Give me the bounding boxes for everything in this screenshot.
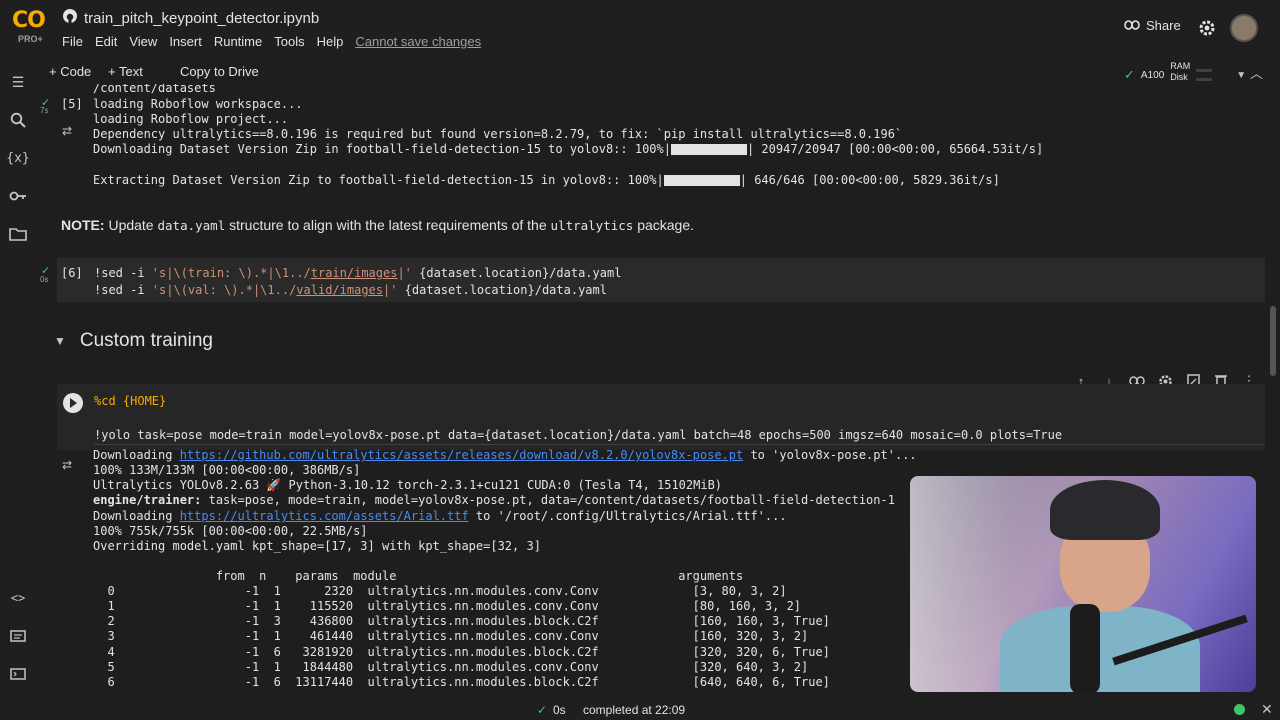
output-line: Overriding model.yaml kpt_shape=[17, 3] … xyxy=(93,539,541,553)
table-row: 2 -1 3 436800 ultralytics.nn.modules.blo… xyxy=(93,614,830,628)
table-of-contents-icon[interactable]: ☰ xyxy=(8,72,28,92)
output-line: /content/datasets xyxy=(93,84,216,95)
connection-status-icon xyxy=(1234,704,1245,715)
code-line: !sed -i 's|\(train: \).*|\1../train/imag… xyxy=(94,266,622,280)
link-icon xyxy=(1124,18,1140,33)
status-bar: ✓ 0s completed at 22:09 ✕ xyxy=(0,700,1280,720)
add-text-button[interactable]: + Text xyxy=(108,64,143,79)
connected-check-icon: ✓ xyxy=(1124,67,1135,82)
run-cell-button[interactable] xyxy=(63,393,83,413)
font-link[interactable]: https://ultralytics.com/assets/Arial.ttf xyxy=(180,509,469,523)
code-line: !yolo task=pose mode=train model=yolov8x… xyxy=(94,428,1264,445)
output-line: Downloading https://github.com/ultralyti… xyxy=(93,448,917,462)
terminal-icon[interactable] xyxy=(8,664,28,684)
code-cell-6[interactable]: [6] !sed -i 's|\(train: \).*|\1../train/… xyxy=(57,258,1265,302)
execution-seconds: 0s xyxy=(553,703,566,717)
code-cell-7[interactable]: %cd {HOME} !yolo task=pose mode=train mo… xyxy=(57,384,1265,450)
table-row: 4 -1 6 3281920 ultralytics.nn.modules.bl… xyxy=(93,645,830,659)
output-line: loading Roboflow project... xyxy=(93,112,289,126)
pro-badge: PRO+ xyxy=(18,34,43,44)
collapse-header-icon[interactable]: ︿ xyxy=(1250,63,1263,82)
output-line: Downloading https://ultralytics.com/asse… xyxy=(93,509,787,523)
user-avatar[interactable] xyxy=(1230,14,1258,42)
output-line: Ultralytics YOLOv8.2.63 🚀 Python-3.10.12… xyxy=(93,478,723,492)
resource-monitor[interactable]: ✓ A100 RAM Disk ▼ xyxy=(1124,61,1246,86)
output-line: Downloading Dataset Version Zip in footb… xyxy=(93,142,1044,156)
variables-icon[interactable]: {x} xyxy=(6,148,29,168)
code-line: %cd {HOME} xyxy=(94,394,167,408)
table-row: 5 -1 1 1844480 ultralytics.nn.modules.co… xyxy=(93,660,809,674)
notebook-title[interactable]: train_pitch_keypoint_detector.ipynb xyxy=(84,10,319,27)
download-link[interactable]: https://github.com/ultralytics/assets/re… xyxy=(180,448,744,462)
section-title: Custom training xyxy=(79,330,213,351)
table-row: 1 -1 1 115520 ultralytics.nn.modules.con… xyxy=(93,599,802,613)
gpu-label: A100 xyxy=(1140,69,1165,81)
resource-bars xyxy=(1196,69,1213,81)
cell5-time: 7s xyxy=(40,106,49,115)
scrollbar[interactable] xyxy=(1270,306,1276,376)
table-row: 3 -1 1 461440 ultralytics.nn.modules.con… xyxy=(93,629,809,643)
output-line: 100% 755k/755k [00:00<00:00, 22.5MB/s] xyxy=(93,524,368,538)
add-code-button[interactable]: + Code xyxy=(49,64,91,79)
ram-disk-labels: RAM Disk xyxy=(1170,61,1190,83)
chevron-down-icon[interactable]: ▼ xyxy=(1236,70,1246,81)
menu-tools[interactable]: Tools xyxy=(274,34,304,49)
logo-text: CO xyxy=(12,8,46,33)
github-icon xyxy=(62,8,78,29)
output-line: loading Roboflow workspace... xyxy=(93,97,303,111)
code-line: !sed -i 's|\(val: \).*|\1../valid/images… xyxy=(94,283,607,297)
search-icon[interactable] xyxy=(8,110,28,130)
menu-file[interactable]: File xyxy=(62,34,83,49)
command-palette-icon[interactable] xyxy=(8,626,28,646)
folder-icon[interactable] xyxy=(8,224,28,244)
cell6-number: [6] xyxy=(61,266,83,280)
menu-insert[interactable]: Insert xyxy=(169,34,202,49)
section-heading[interactable]: ▼ Custom training xyxy=(54,330,213,352)
output-line: Dependency ultralytics==8.0.196 is requi… xyxy=(93,127,903,141)
presenter-body xyxy=(1000,606,1200,692)
menu-edit[interactable]: Edit xyxy=(95,34,117,49)
code-snippets-icon[interactable]: <> xyxy=(8,588,28,608)
output-line: 100% 133M/133M [00:00<00:00, 386MB/s] xyxy=(93,463,361,477)
menu-bar: File Edit View Insert Runtime Tools Help… xyxy=(62,34,481,49)
disk-label: Disk xyxy=(1170,72,1188,82)
colab-logo[interactable]: CO PRO+ xyxy=(12,8,50,52)
status-check-icon: ✓ xyxy=(537,703,548,717)
table-row: 0 -1 1 2320 ultralytics.nn.modules.conv.… xyxy=(93,584,787,598)
menu-help[interactable]: Help xyxy=(317,34,344,49)
cell5-number: [5] xyxy=(61,97,83,111)
table-row: 6 -1 6 13117440 ultralytics.nn.modules.b… xyxy=(93,675,830,689)
ram-label: RAM xyxy=(1170,61,1191,71)
progress-bar xyxy=(663,175,740,186)
share-button[interactable]: Share xyxy=(1124,18,1181,33)
output-line: engine/trainer: task=pose, mode=train, m… xyxy=(93,493,895,507)
cannot-save-link[interactable]: Cannot save changes xyxy=(355,34,481,49)
share-label: Share xyxy=(1146,18,1181,33)
settings-gear-icon[interactable] xyxy=(1198,19,1216,42)
notebook-toolbar: + Code + Text Copy to Drive ✓ A100 RAM D… xyxy=(36,60,1280,84)
left-rail: ☰ {x} <> xyxy=(0,60,36,700)
progress-bar xyxy=(670,144,747,155)
output-toggle-icon[interactable]: ⇄ xyxy=(62,124,72,138)
close-icon[interactable]: ✕ xyxy=(1261,701,1273,718)
completed-time[interactable]: completed at 22:09 xyxy=(583,703,685,717)
webcam-video-overlay xyxy=(910,476,1256,692)
output-toggle-icon[interactable]: ⇄ xyxy=(62,458,72,472)
microphone xyxy=(1070,604,1100,692)
cell6-time: 0s xyxy=(40,275,49,284)
menu-view[interactable]: View xyxy=(129,34,157,49)
menu-runtime[interactable]: Runtime xyxy=(214,34,262,49)
key-icon[interactable] xyxy=(8,186,28,206)
chevron-down-icon[interactable]: ▼ xyxy=(54,334,66,348)
table-header: from n params module arguments xyxy=(93,569,744,583)
copy-to-drive-button[interactable]: Copy to Drive xyxy=(180,64,259,79)
title-row: train_pitch_keypoint_detector.ipynb xyxy=(62,8,319,28)
output-line: Extracting Dataset Version Zip to footba… xyxy=(93,173,1000,187)
markdown-note: NOTE: Update data.yaml structure to alig… xyxy=(61,217,695,233)
app-header: CO PRO+ train_pitch_keypoint_detector.ip… xyxy=(0,0,1280,60)
presenter-cap xyxy=(1050,480,1160,540)
